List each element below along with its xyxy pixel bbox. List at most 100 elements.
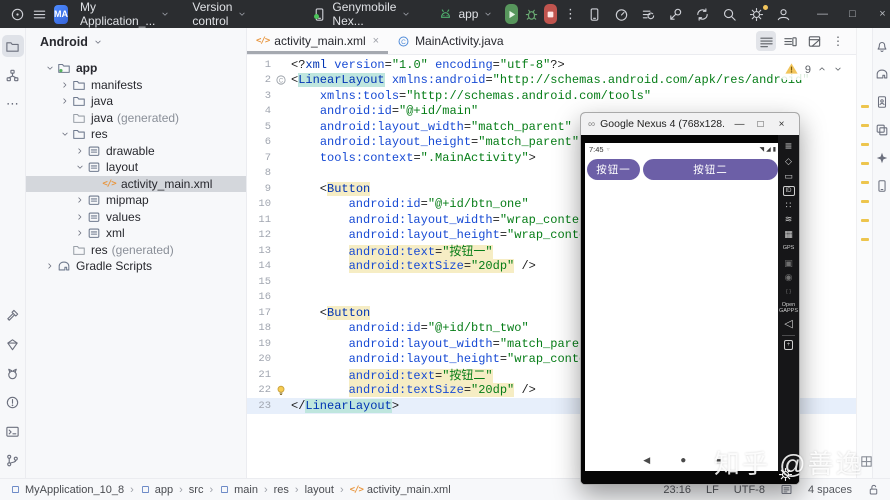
tree-item-java[interactable]: java <box>26 93 246 110</box>
run-config-selector[interactable]: app <box>431 3 499 25</box>
warning-stripe-mark[interactable] <box>861 181 869 184</box>
tree-item-xml[interactable]: xml <box>26 225 246 242</box>
tree-item-drawable[interactable]: drawable <box>26 143 246 160</box>
chevron-collapsed-icon[interactable] <box>43 261 56 271</box>
warning-stripe-mark[interactable] <box>861 143 869 146</box>
debug-button[interactable] <box>520 3 542 25</box>
version-control-icon[interactable] <box>2 449 24 471</box>
tree-item-gradle-scripts[interactable]: Gradle Scripts <box>26 258 246 275</box>
next-warning-icon[interactable] <box>833 64 843 77</box>
menu-icon[interactable]: ≡ <box>785 140 792 152</box>
chevron-expanded-icon[interactable] <box>73 162 86 172</box>
breadcrumb-item[interactable]: src <box>189 484 204 496</box>
line-ending[interactable]: LF <box>706 484 719 496</box>
terminal-icon[interactable] <box>2 420 24 442</box>
run-button[interactable] <box>505 4 519 24</box>
logcat-icon[interactable] <box>2 362 24 384</box>
tree-item-values[interactable]: values <box>26 209 246 226</box>
gradle-icon[interactable] <box>873 65 890 82</box>
chevron-expanded-icon[interactable] <box>43 63 56 73</box>
gemini-icon[interactable] <box>873 149 890 166</box>
code-line-1[interactable]: 1 <?xml version="1.0" encoding="utf-8"?> <box>247 57 856 73</box>
sync-project-icon[interactable] <box>689 3 716 25</box>
back-icon[interactable]: ◀ <box>643 455 650 466</box>
tree-item-manifests[interactable]: manifests <box>26 77 246 94</box>
profiler-icon[interactable] <box>608 3 635 25</box>
genymotion-emulator-window[interactable]: ∞ Google Nexus 4 (768x128... — □ × 7:45 … <box>580 112 800 485</box>
tree-item-mipmap[interactable]: mipmap <box>26 192 246 209</box>
close-button[interactable]: × <box>771 119 792 130</box>
device-explorer-icon[interactable] <box>873 121 890 138</box>
project-selector[interactable]: My Application_... <box>74 0 176 28</box>
structure-tool-icon[interactable] <box>2 64 24 86</box>
warning-stripe-mark[interactable] <box>861 162 869 165</box>
notifications-icon[interactable] <box>873 37 890 54</box>
identifiers-icon[interactable]: ID <box>782 185 795 196</box>
app-quality-insights-icon[interactable] <box>2 333 24 355</box>
stop-button[interactable] <box>544 4 558 24</box>
breadcrumb-item[interactable]: main <box>219 484 258 496</box>
search-everywhere-icon[interactable] <box>716 3 743 25</box>
breadcrumb-item[interactable]: </> activity_main.xml <box>350 484 451 496</box>
chevron-collapsed-icon[interactable] <box>58 96 71 106</box>
settings-icon[interactable] <box>743 3 770 25</box>
chevron-collapsed-icon[interactable] <box>73 195 86 205</box>
code-line-3[interactable]: 3 xmlns:tools="http://schemas.android.co… <box>247 88 856 104</box>
project-tool-icon[interactable] <box>1 35 24 57</box>
warning-stripe-mark[interactable] <box>861 105 869 108</box>
tree-item-java[interactable]: java (generated) <box>26 110 246 127</box>
problems-icon[interactable] <box>2 391 24 413</box>
chevron-expanded-icon[interactable] <box>58 129 71 139</box>
breadcrumb-item[interactable]: app <box>140 484 173 496</box>
network-icon[interactable]: ≋ <box>785 215 793 225</box>
indent-size[interactable]: 4 spaces <box>808 484 852 496</box>
pixel-perfect-icon[interactable]: ∷ <box>786 200 792 210</box>
chevron-collapsed-icon[interactable] <box>73 228 86 238</box>
gps-icon[interactable]: GPS <box>780 244 798 254</box>
more-actions-icon[interactable]: ⋮ <box>559 3 581 25</box>
project-view-selector[interactable]: Android <box>26 28 246 56</box>
open-gapps-button[interactable]: Open GAPPS <box>779 302 798 315</box>
caret-position[interactable]: 23:16 <box>663 484 691 496</box>
tree-item-app[interactable]: app <box>26 60 246 77</box>
encoding[interactable]: UTF-8 <box>734 484 765 496</box>
chevron-collapsed-icon[interactable] <box>58 80 71 90</box>
tree-item-layout[interactable]: layout <box>26 159 246 176</box>
tab-mainactivity-java[interactable]: C MainActivity.java <box>388 28 512 54</box>
tree-item-res[interactable]: res (generated) <box>26 242 246 259</box>
home-icon[interactable]: ● <box>680 455 686 466</box>
app-button-two[interactable]: 按钮二 <box>643 159 778 180</box>
inspection-widget[interactable]: 9 <box>780 60 846 80</box>
rotate-icon[interactable]: ◇ <box>785 157 792 167</box>
class-gutter-icon[interactable]: C <box>271 74 291 86</box>
device-screen[interactable]: 7:45 ▿ ◥ ◢ ▮ 按钮一 按钮二 ◀ ● ■ <box>585 143 780 471</box>
design-view-button[interactable] <box>804 31 824 51</box>
battery-icon[interactable]: ▭ <box>784 171 793 181</box>
tree-item-res[interactable]: res <box>26 126 246 143</box>
code-line-2[interactable]: 2 C <LinearLayout xmlns:android="http://sc… <box>247 73 856 89</box>
chevron-collapsed-icon[interactable] <box>73 146 86 156</box>
app-button-one[interactable]: 按钮一 <box>587 159 640 180</box>
warning-stripe-mark[interactable] <box>861 238 869 241</box>
tab-activity-main-xml[interactable]: </> activity_main.xml × <box>247 28 389 54</box>
minimize-button[interactable]: — <box>807 8 837 20</box>
warning-stripe-mark[interactable] <box>861 200 869 203</box>
prev-warning-icon[interactable] <box>817 64 827 77</box>
breadcrumb-item[interactable]: res <box>274 484 289 496</box>
breadcrumb-item[interactable]: layout <box>305 484 334 496</box>
build-menu-icon[interactable] <box>635 3 662 25</box>
main-menu-icon[interactable] <box>28 3 50 25</box>
back-icon[interactable]: ◁ <box>784 319 792 330</box>
maximize-button[interactable]: □ <box>837 8 867 20</box>
maximize-button[interactable]: □ <box>750 119 771 130</box>
minimize-button[interactable]: — <box>729 119 750 130</box>
vcs-widget[interactable]: Version control <box>186 0 253 28</box>
account-icon[interactable] <box>770 3 797 25</box>
build-tool-icon[interactable] <box>2 304 24 326</box>
zoom-icon[interactable]: + <box>783 340 794 351</box>
chevron-collapsed-icon[interactable] <box>73 212 86 222</box>
close-button[interactable]: × <box>867 8 890 20</box>
code-view-button[interactable] <box>756 31 776 51</box>
editor-options-icon[interactable]: ⋮ <box>828 31 848 51</box>
camera-icon[interactable]: ◉ <box>785 273 793 283</box>
